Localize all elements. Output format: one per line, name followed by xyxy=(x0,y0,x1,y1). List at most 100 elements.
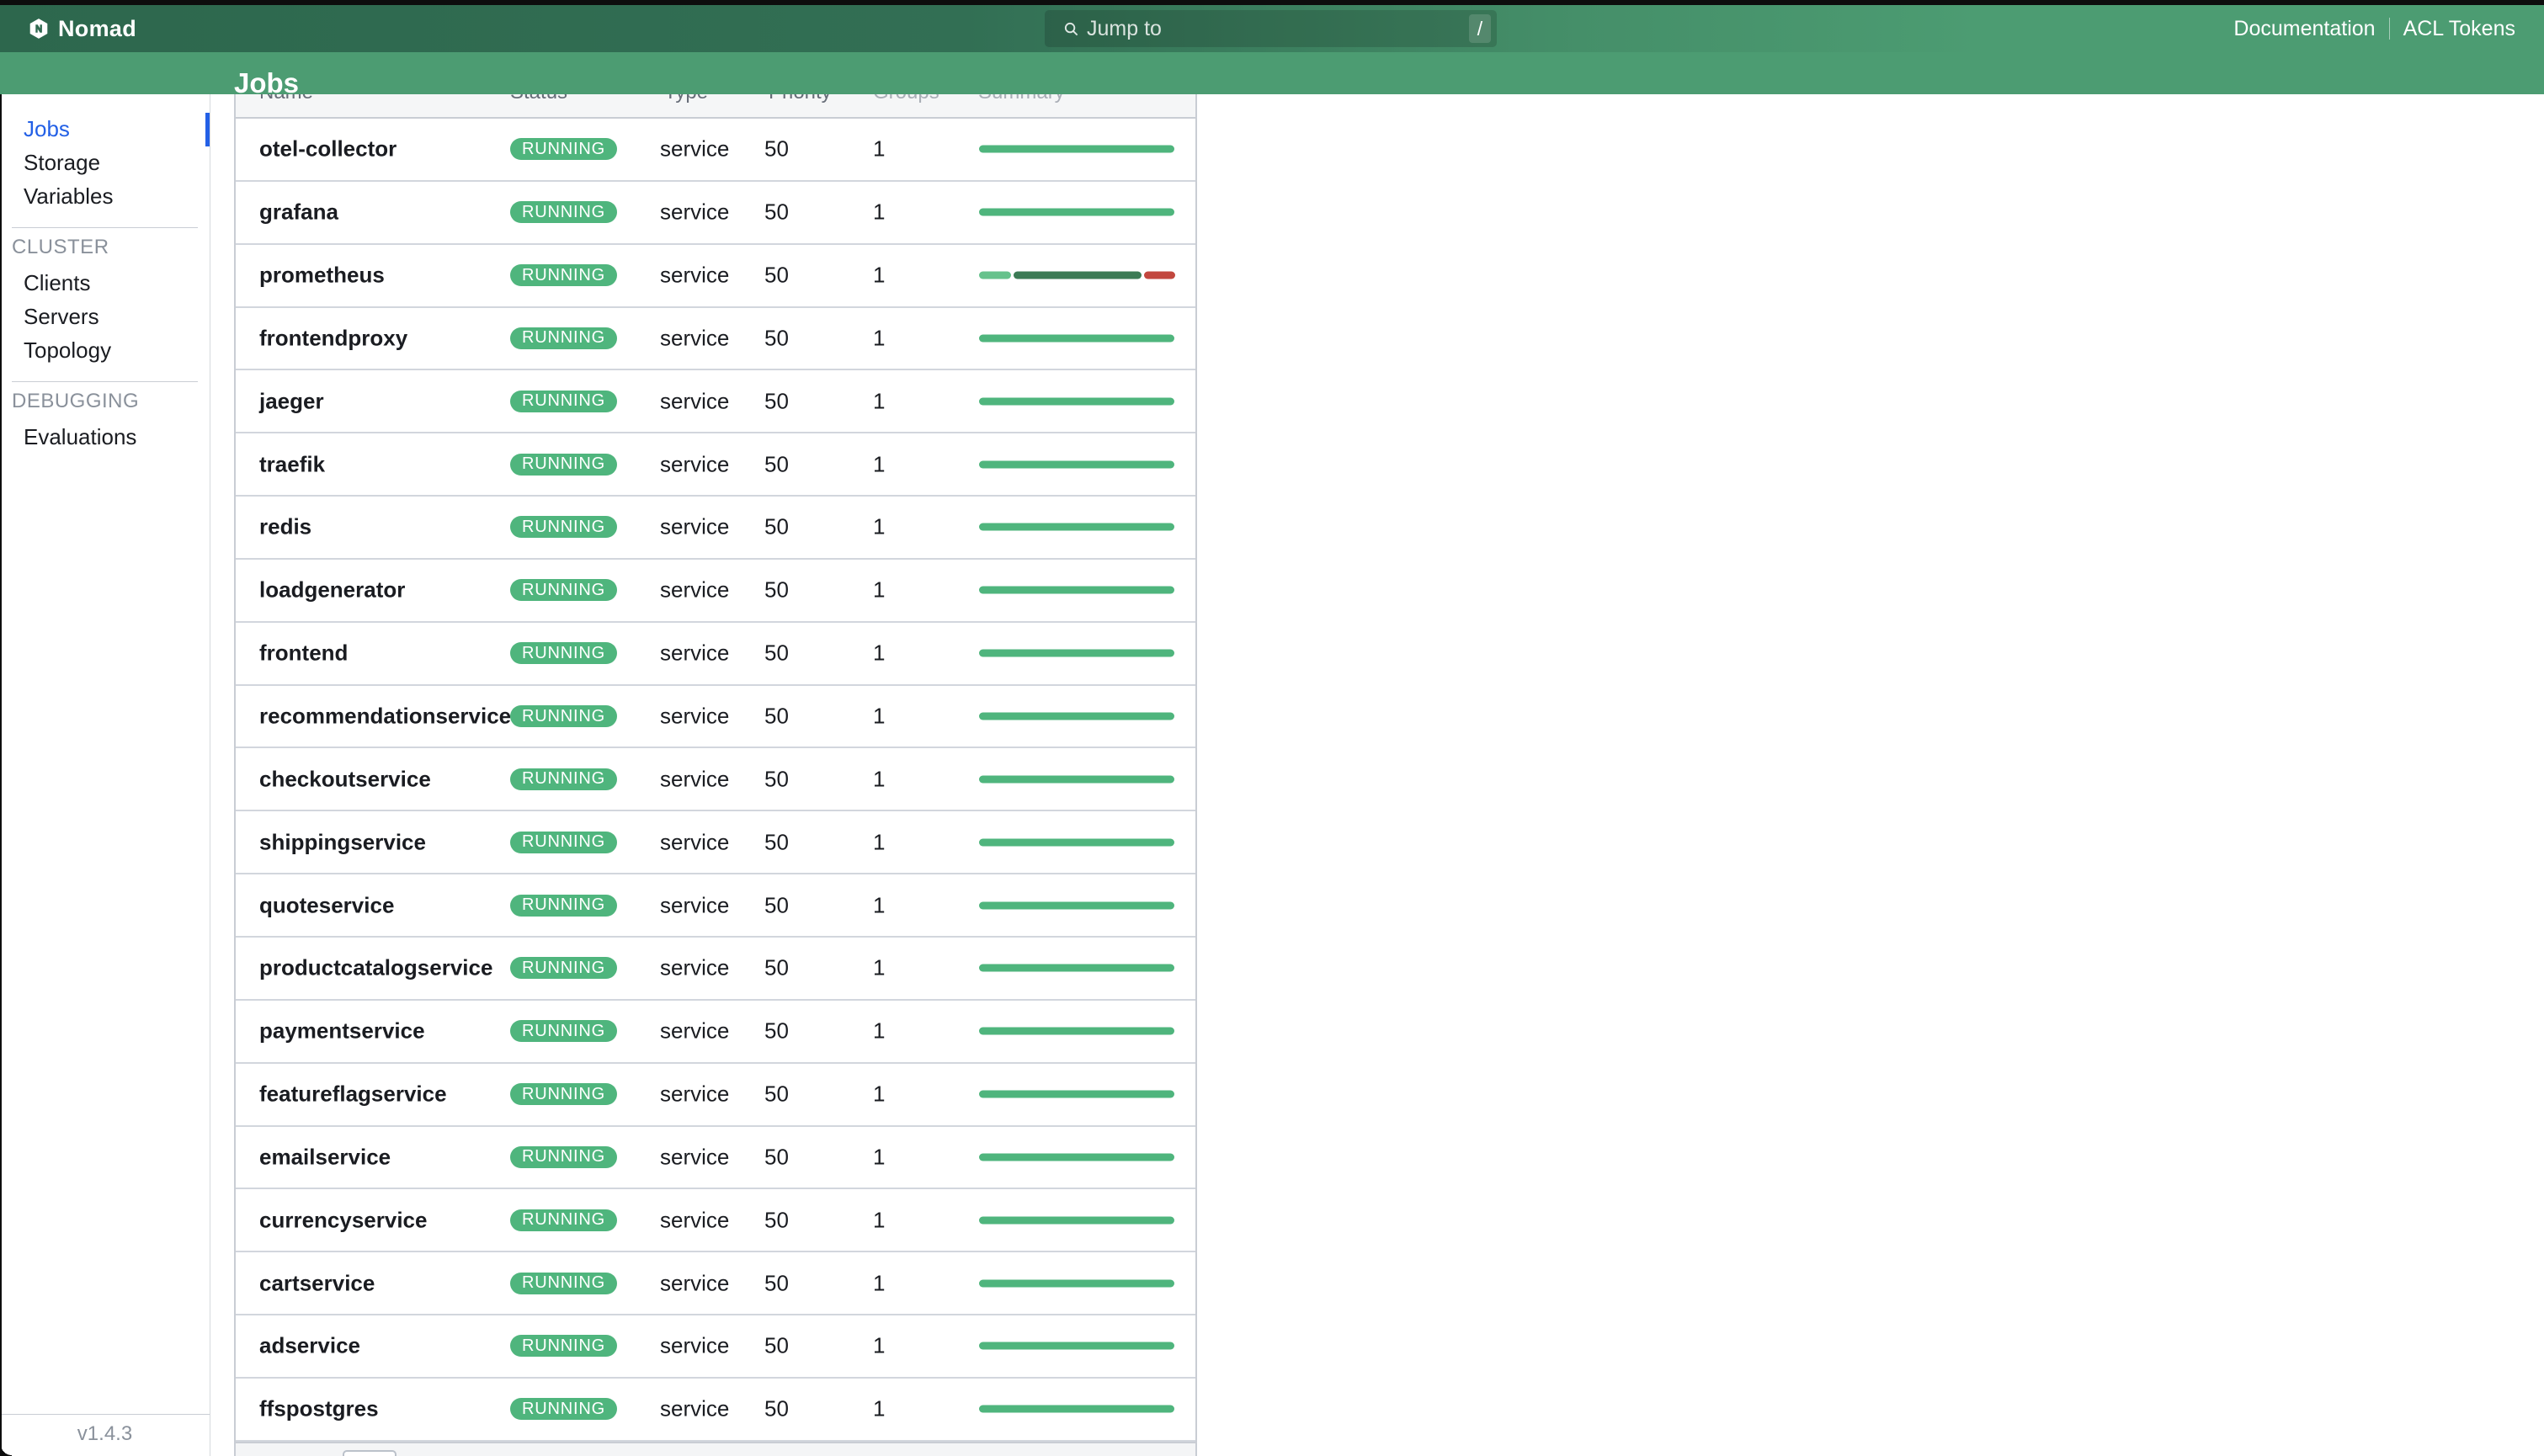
job-type: service xyxy=(660,388,729,414)
sidebar-item-topology[interactable]: Topology xyxy=(0,333,210,367)
sidebar-item-storage[interactable]: Storage xyxy=(0,146,210,179)
status-badge: RUNNING xyxy=(510,642,617,664)
job-status: RUNNING xyxy=(510,391,617,412)
summary-segment xyxy=(979,334,1174,342)
job-name: featureflagservice xyxy=(259,1081,447,1108)
brand-name: Nomad xyxy=(58,16,136,42)
job-row[interactable]: currencyservice RUNNING service 50 1 xyxy=(236,1189,1195,1252)
job-row[interactable]: frontend RUNNING service 50 1 xyxy=(236,623,1195,686)
job-priority: 50 xyxy=(764,766,789,792)
status-badge: RUNNING xyxy=(510,1020,617,1042)
screen-corner xyxy=(0,1444,12,1456)
sidebar-nav: JobsStorageVariablesCLUSTERClientsServer… xyxy=(0,94,210,454)
job-priority: 50 xyxy=(764,263,789,289)
job-status: RUNNING xyxy=(510,264,617,286)
screen-top-edge xyxy=(0,0,2544,5)
job-row[interactable]: paymentservice RUNNING service 50 1 xyxy=(236,1001,1195,1064)
summary-segment xyxy=(979,587,1174,594)
job-name: frontendproxy xyxy=(259,325,407,351)
job-priority: 50 xyxy=(764,640,789,667)
sidebar-item-evaluations[interactable]: Evaluations xyxy=(0,420,210,454)
job-status: RUNNING xyxy=(510,1398,617,1420)
summary-segment xyxy=(979,1216,1174,1224)
job-groups: 1 xyxy=(873,263,885,289)
job-name: otel-collector xyxy=(259,136,397,162)
job-groups: 1 xyxy=(873,766,885,792)
job-status: RUNNING xyxy=(510,201,617,223)
job-row[interactable]: frontendproxy RUNNING service 50 1 xyxy=(236,308,1195,371)
documentation-link[interactable]: Documentation xyxy=(2233,17,2375,41)
job-groups: 1 xyxy=(873,1018,885,1044)
status-badge: RUNNING xyxy=(510,138,617,160)
job-summary-bar xyxy=(979,523,1174,531)
summary-segment xyxy=(1014,272,1142,279)
sidebar-item-jobs[interactable]: Jobs xyxy=(0,112,210,146)
job-status: RUNNING xyxy=(510,1335,617,1357)
job-priority: 50 xyxy=(764,325,789,351)
summary-segment xyxy=(979,1279,1174,1287)
job-type: service xyxy=(660,829,729,855)
job-row[interactable]: featureflagservice RUNNING service 50 1 xyxy=(236,1064,1195,1127)
job-row[interactable]: traefik RUNNING service 50 1 xyxy=(236,433,1195,497)
job-type: service xyxy=(660,766,729,792)
job-groups: 1 xyxy=(873,1144,885,1170)
status-badge: RUNNING xyxy=(510,579,617,601)
status-badge: RUNNING xyxy=(510,1146,617,1168)
summary-segment xyxy=(979,523,1174,531)
job-priority: 50 xyxy=(764,704,789,730)
status-badge: RUNNING xyxy=(510,832,617,853)
job-groups: 1 xyxy=(873,325,885,351)
job-groups: 1 xyxy=(873,451,885,477)
jump-to-search-input[interactable]: Jump to / xyxy=(1045,10,1497,47)
job-groups: 1 xyxy=(873,892,885,918)
job-summary-bar xyxy=(979,587,1174,594)
job-row[interactable]: redis RUNNING service 50 1 xyxy=(236,497,1195,560)
job-status: RUNNING xyxy=(510,957,617,979)
job-status: RUNNING xyxy=(510,454,617,476)
job-row[interactable]: otel-collector RUNNING service 50 1 xyxy=(236,119,1195,182)
page-size-button[interactable] xyxy=(343,1450,397,1456)
job-row[interactable]: cartservice RUNNING service 50 1 xyxy=(236,1252,1195,1315)
job-summary-bar xyxy=(979,397,1174,405)
job-type: service xyxy=(660,1270,729,1296)
job-row[interactable]: recommendationservice RUNNING service 50… xyxy=(236,686,1195,749)
topbar-links: Documentation ACL Tokens xyxy=(2233,5,2515,52)
acl-tokens-link[interactable]: ACL Tokens xyxy=(2403,17,2515,41)
job-priority: 50 xyxy=(764,136,789,162)
sidebar-item-clients[interactable]: Clients xyxy=(0,266,210,300)
job-row[interactable]: jaeger RUNNING service 50 1 xyxy=(236,370,1195,433)
screen-left-edge xyxy=(0,94,2,1456)
job-row[interactable]: ffspostgres RUNNING service 50 1 xyxy=(236,1379,1195,1442)
job-name: currencyservice xyxy=(259,1207,427,1233)
job-name: adservice xyxy=(259,1333,360,1359)
job-status: RUNNING xyxy=(510,579,617,601)
job-groups: 1 xyxy=(873,1207,885,1233)
job-priority: 50 xyxy=(764,1144,789,1170)
job-row[interactable]: checkoutservice RUNNING service 50 1 xyxy=(236,748,1195,811)
nomad-brand[interactable]: Nomad xyxy=(28,5,136,52)
job-name: shippingservice xyxy=(259,829,426,855)
job-name: paymentservice xyxy=(259,1018,425,1044)
job-status: RUNNING xyxy=(510,642,617,664)
job-type: service xyxy=(660,1018,729,1044)
status-badge: RUNNING xyxy=(510,768,617,790)
job-row[interactable]: productcatalogservice RUNNING service 50… xyxy=(236,938,1195,1001)
job-summary-bar xyxy=(979,838,1174,846)
job-row[interactable]: emailservice RUNNING service 50 1 xyxy=(236,1127,1195,1190)
sidebar-item-servers[interactable]: Servers xyxy=(0,300,210,333)
job-row[interactable]: grafana RUNNING service 50 1 xyxy=(236,182,1195,245)
job-type: service xyxy=(660,892,729,918)
job-summary-bar xyxy=(979,650,1174,657)
status-badge: RUNNING xyxy=(510,1273,617,1294)
job-row[interactable]: shippingservice RUNNING service 50 1 xyxy=(236,811,1195,874)
job-type: service xyxy=(660,514,729,540)
status-badge: RUNNING xyxy=(510,1335,617,1357)
job-name: loadgenerator xyxy=(259,577,405,603)
job-row[interactable]: adservice RUNNING service 50 1 xyxy=(236,1315,1195,1379)
summary-segment xyxy=(979,1342,1174,1350)
sidebar-item-variables[interactable]: Variables xyxy=(0,179,210,213)
job-row[interactable]: quoteservice RUNNING service 50 1 xyxy=(236,874,1195,938)
top-nav-bar: Nomad Jump to / Documentation ACL Tokens xyxy=(0,5,2544,52)
job-row[interactable]: loadgenerator RUNNING service 50 1 xyxy=(236,560,1195,623)
job-row[interactable]: prometheus RUNNING service 50 1 xyxy=(236,245,1195,308)
